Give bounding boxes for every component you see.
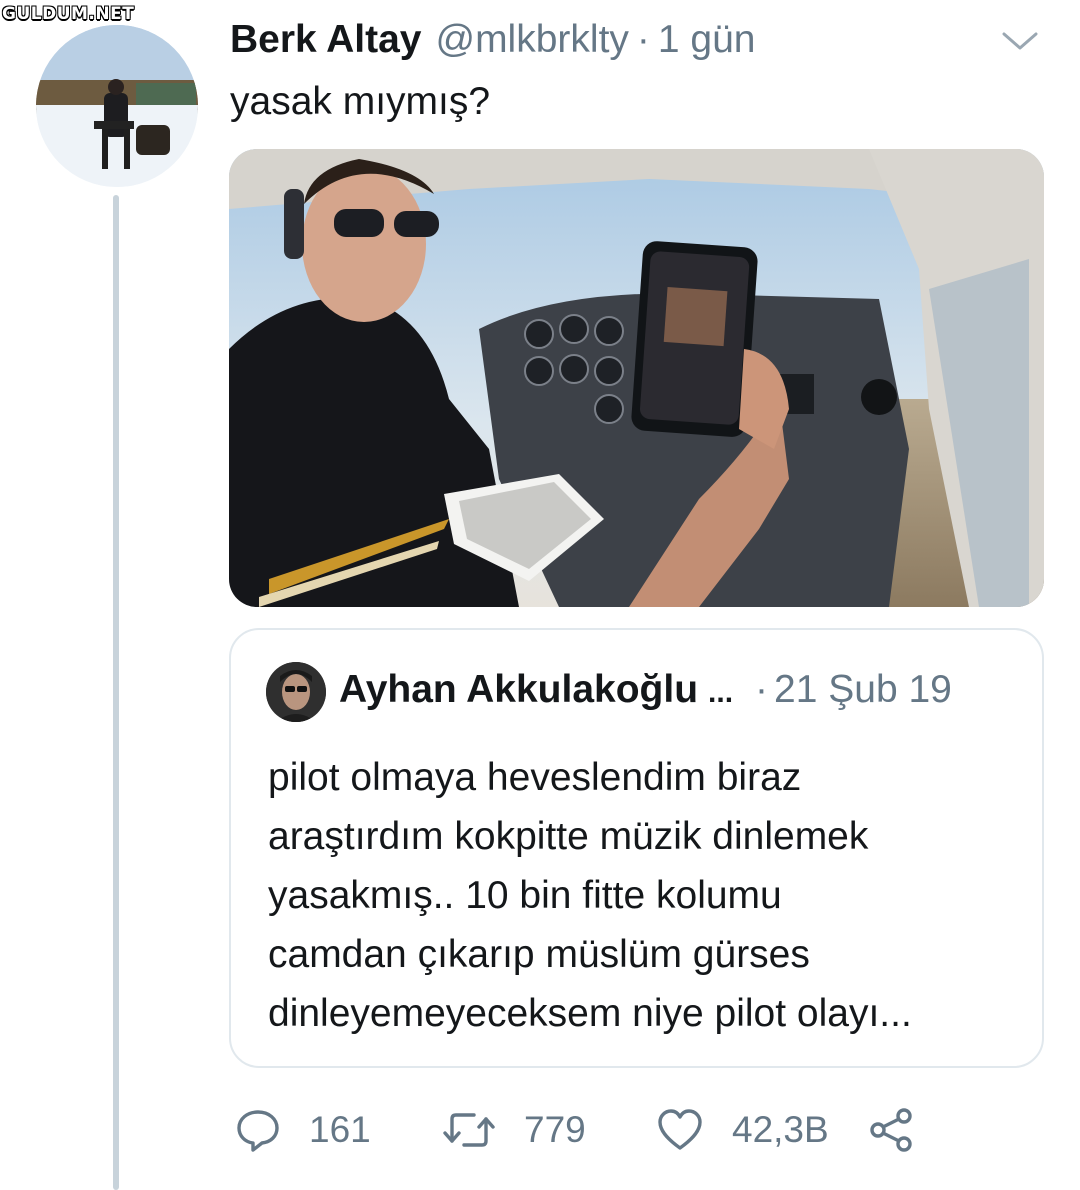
quoted-text-line: pilot olmaya heveslendim biraz [268,756,802,799]
quoted-author-name[interactable]: Ayhan Akkulakoğlu [339,668,698,712]
tweet-text: yasak mıymış? [230,80,491,123]
quoted-text-line: camdan çıkarıp müslüm gürses [268,933,810,976]
quoted-tweet-text: pilot olmaya heveslendim biraz araştırdı… [268,748,1008,1043]
speech-bubble-icon [235,1107,281,1153]
tweet-actions: 161 779 42,3B [230,1100,1030,1160]
tweet-header: Berk Altay @mlkbrklty · 1 gün [230,18,756,70]
quoted-tweet[interactable]: Ayhan Akkulakoğlu ... · 21 Şub 19 pilot … [229,628,1044,1068]
retweet-arrows-icon [442,1107,496,1153]
tweet-photo[interactable] [229,149,1044,607]
quoted-tweet-header: Ayhan Akkulakoğlu ... · 21 Şub 19 [339,668,952,712]
thread-line [113,195,119,1190]
quoted-text-line: dinleyemeyeceksem niye pilot olayı... [268,992,912,1035]
retweet-button[interactable]: 779 [442,1100,586,1160]
separator-dot: · [755,668,769,711]
heart-icon [656,1107,704,1153]
author-name[interactable]: Berk Altay [230,18,421,62]
name-truncation: ... [708,676,734,709]
reply-button[interactable]: 161 [235,1100,371,1160]
tweet-view: GULDUM.NET Berk Altay @mlkbrklty · 1 gün… [0,0,1080,1190]
like-count: 42,3B [732,1109,829,1150]
watermark: GULDUM.NET [2,4,135,24]
reply-count: 161 [309,1109,371,1150]
quoted-text-line: araştırdım kokpitte müzik dinlemek [268,815,869,858]
share-icon [866,1107,916,1153]
author-handle[interactable]: @mlkbrklty [435,18,628,62]
cockpit-photo [229,149,1044,607]
quoted-avatar-photo [266,662,326,722]
share-button[interactable] [866,1100,916,1160]
quoted-tweet-time[interactable]: 21 Şub 19 [774,668,952,712]
like-button[interactable]: 42,3B [656,1100,829,1160]
separator-dot: · [636,18,650,61]
quoted-text-line: yasakmış.. 10 bin fitte kolumu [268,874,782,917]
quoted-author-avatar[interactable] [266,662,326,722]
chevron-down-icon[interactable] [1000,26,1040,56]
author-avatar[interactable] [36,25,198,187]
avatar-photo [36,25,198,187]
tweet-time[interactable]: 1 gün [658,18,756,62]
retweet-count: 779 [524,1109,586,1150]
